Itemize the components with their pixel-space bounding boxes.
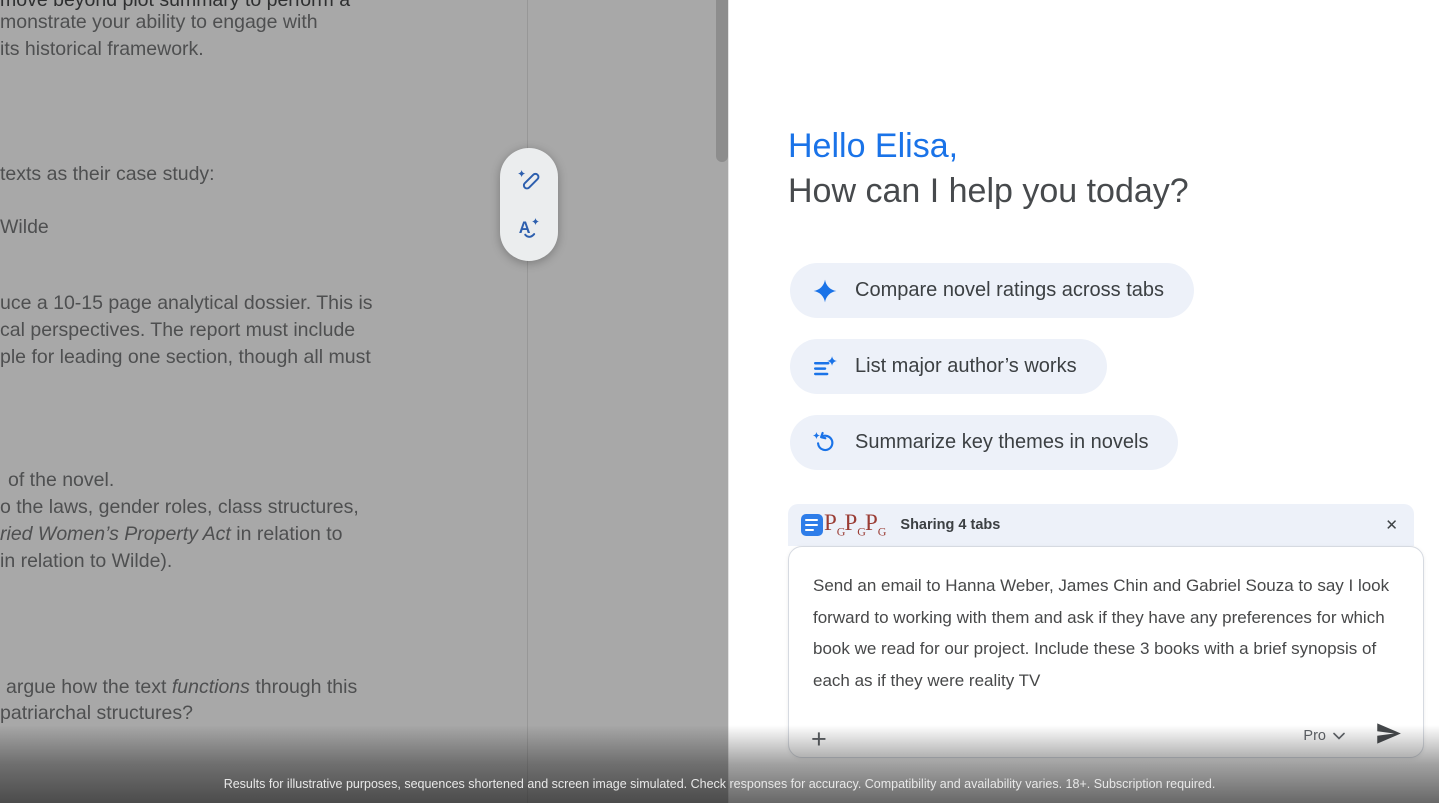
document-scrollbar[interactable] [716,0,728,162]
document-line: in relation to Wilde). [0,548,172,575]
suggestion-chip[interactable]: List major author’s works [790,339,1107,394]
shared-tab-favicon-doc [801,514,823,536]
proofread-icon: A [516,215,542,244]
greeting-block: Hello Elisa, How can I help you today? [788,124,1189,214]
tab-sharing-bar: PGPGPG Sharing 4 tabs ✕ [788,504,1414,546]
selection-toolbar: A [500,148,558,261]
shared-tab-favicon-gutenberg: PG [824,512,845,538]
document-line: o the laws, gender roles, class structur… [0,494,359,521]
shared-tab-favicon-gutenberg: PG [844,512,865,538]
suggestion-chips: Compare novel ratings across tabs List ma… [790,263,1194,470]
document-text-layer: move beyond plot summary to perform amon… [0,0,728,803]
document-line: texts as their case study: [0,161,215,188]
document-line: Wilde [0,214,49,241]
prompt-input[interactable]: Send an email to Hanna Weber, James Chin… [788,546,1424,758]
document-line: of the novel. [8,467,114,494]
greeting: Hello Elisa, [788,124,1189,169]
send-button[interactable] [1373,720,1403,750]
suggestion-chip-label: List major author’s works [855,355,1077,378]
shared-tab-favicon-gutenberg: PG [865,512,886,538]
help-me-write-icon [516,166,542,195]
document-line: ple for leading one section, though all … [0,344,371,371]
document-line: ried Women’s Property Act in relation to [0,521,343,548]
greeting-subtitle: How can I help you today? [788,169,1189,214]
chevron-down-icon [1333,728,1345,744]
send-icon [1375,720,1402,750]
screen: move beyond plot summary to perform amon… [0,0,1439,803]
document-line: cal perspectives. The report must includ… [0,317,355,344]
help-me-write-button[interactable] [512,163,546,197]
close-icon[interactable]: ✕ [1385,518,1398,533]
document-line: its historical framework. [0,36,204,63]
composer-card: PGPGPG Sharing 4 tabs ✕ Send an email to… [788,504,1424,758]
gemini-side-panel: Hello Elisa, How can I help you today? C… [728,0,1439,803]
footer-disclaimer: Results for illustrative purposes, seque… [0,777,1439,791]
shared-tab-favicons: PGPGPG [801,512,886,538]
suggestion-chip[interactable]: Summarize key themes in novels [790,415,1178,470]
suggestion-chip[interactable]: Compare novel ratings across tabs [790,263,1194,318]
suggestion-chip-label: Compare novel ratings across tabs [855,279,1164,302]
tab-sharing-label: Sharing 4 tabs [900,517,1000,533]
model-selector-label: Pro [1303,728,1326,744]
proofread-button[interactable]: A [512,212,546,246]
recap-sparkle-icon [812,430,838,456]
document-line: monstrate your ability to engage with [0,9,318,36]
list-sparkle-icon [812,354,838,380]
document-line: patriarchal structures? [0,700,193,727]
prompt-text[interactable]: Send an email to Hanna Weber, James Chin… [789,547,1423,696]
model-selector[interactable]: Pro [1303,728,1345,744]
suggestion-chip-label: Summarize key themes in novels [855,431,1148,454]
document-line: argue how the text functions through thi… [6,674,357,701]
background-document: move beyond plot summary to perform amon… [0,0,728,803]
add-attachment-button[interactable]: + [811,726,827,753]
gemini-sparkle-icon [812,278,838,304]
document-line: uce a 10-15 page analytical dossier. Thi… [0,290,373,317]
